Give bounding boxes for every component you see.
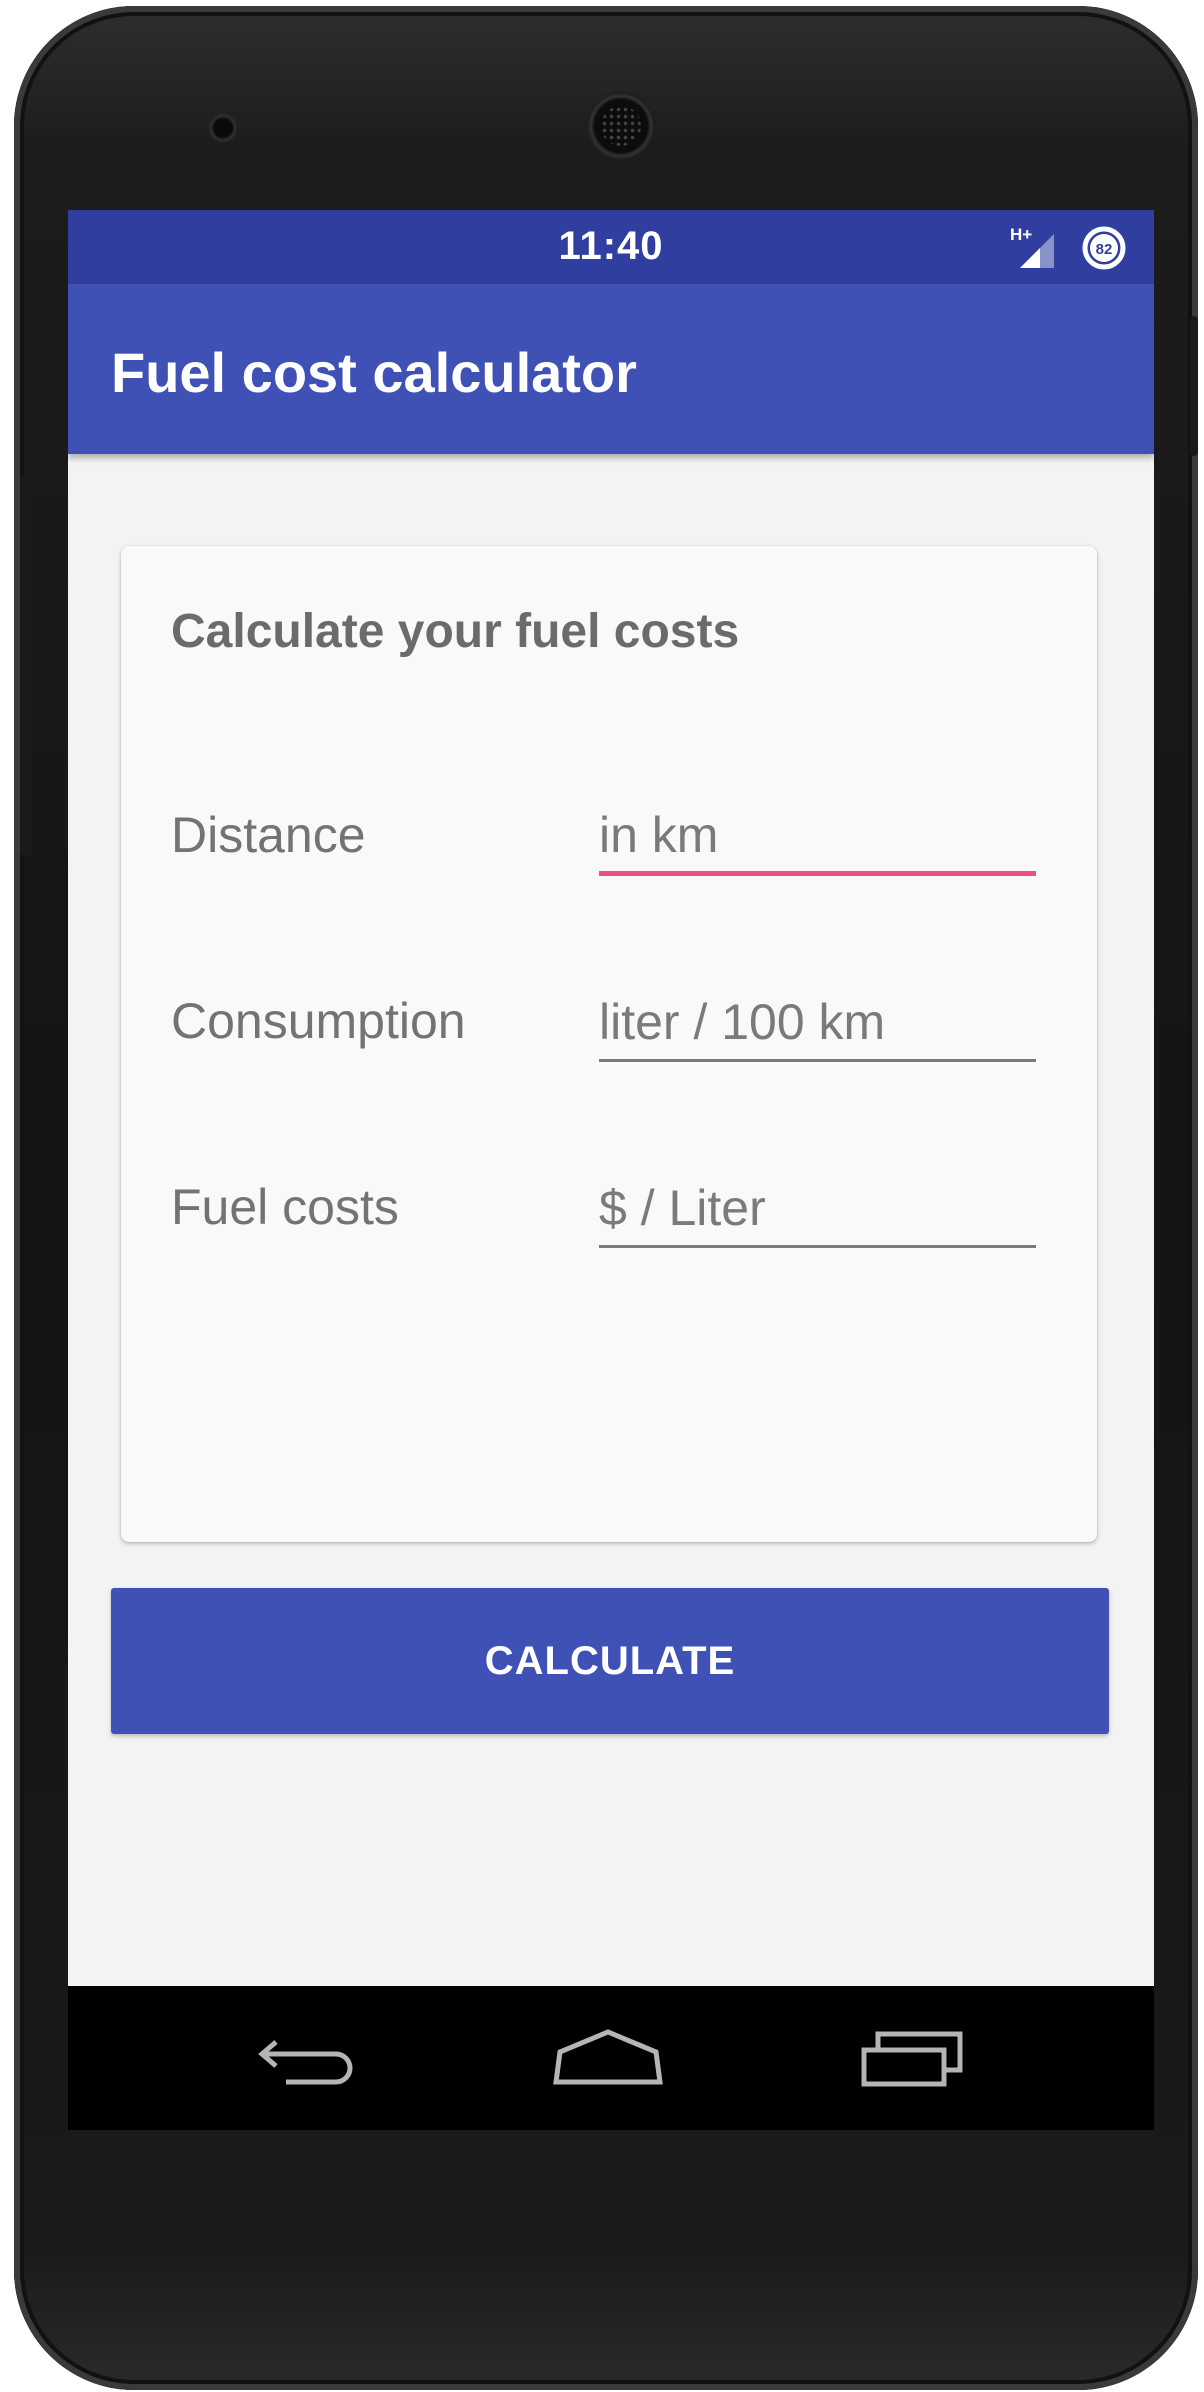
screen: 11:40 H+ 82 Fuel cost calculator Calcula…: [68, 210, 1154, 2130]
home-icon: [553, 2029, 663, 2085]
network-type-label: H+: [1010, 225, 1032, 244]
app-title: Fuel cost calculator: [111, 341, 637, 404]
fuel-costs-label: Fuel costs: [171, 1179, 399, 1235]
consumption-row: Consumption: [121, 970, 1097, 1090]
back-icon: [258, 2040, 353, 2085]
calculator-card: Calculate your fuel costs Distance Consu…: [121, 546, 1097, 1542]
distance-row: Distance: [121, 784, 1097, 904]
calculate-button[interactable]: CALCULATE: [111, 1588, 1109, 1734]
back-button[interactable]: [248, 2018, 368, 2098]
main-content: Calculate your fuel costs Distance Consu…: [68, 454, 1154, 1986]
status-bar: 11:40 H+ 82: [68, 210, 1154, 284]
navigation-bar: [68, 1986, 1154, 2130]
status-clock: 11:40: [558, 224, 664, 268]
distance-label: Distance: [171, 807, 366, 863]
power-button: [1190, 316, 1198, 456]
signal-icon: H+: [1010, 225, 1054, 268]
consumption-label: Consumption: [171, 993, 466, 1049]
distance-input[interactable]: [599, 784, 1036, 876]
consumption-input[interactable]: [599, 970, 1036, 1062]
battery-level-label: 82: [1096, 241, 1113, 258]
card-title: Calculate your fuel costs: [171, 605, 740, 658]
battery-icon: 82: [1082, 226, 1126, 270]
home-button[interactable]: [548, 2018, 668, 2098]
front-camera: [209, 114, 237, 142]
earpiece-speaker: [587, 92, 655, 160]
app-bar: Fuel cost calculator: [68, 284, 1154, 454]
fuel-costs-row: Fuel costs: [121, 1156, 1097, 1276]
fuel-costs-input[interactable]: [599, 1156, 1036, 1248]
volume-button: [20, 476, 32, 856]
recents-button[interactable]: [852, 2018, 972, 2098]
recents-icon: [861, 2031, 963, 2087]
